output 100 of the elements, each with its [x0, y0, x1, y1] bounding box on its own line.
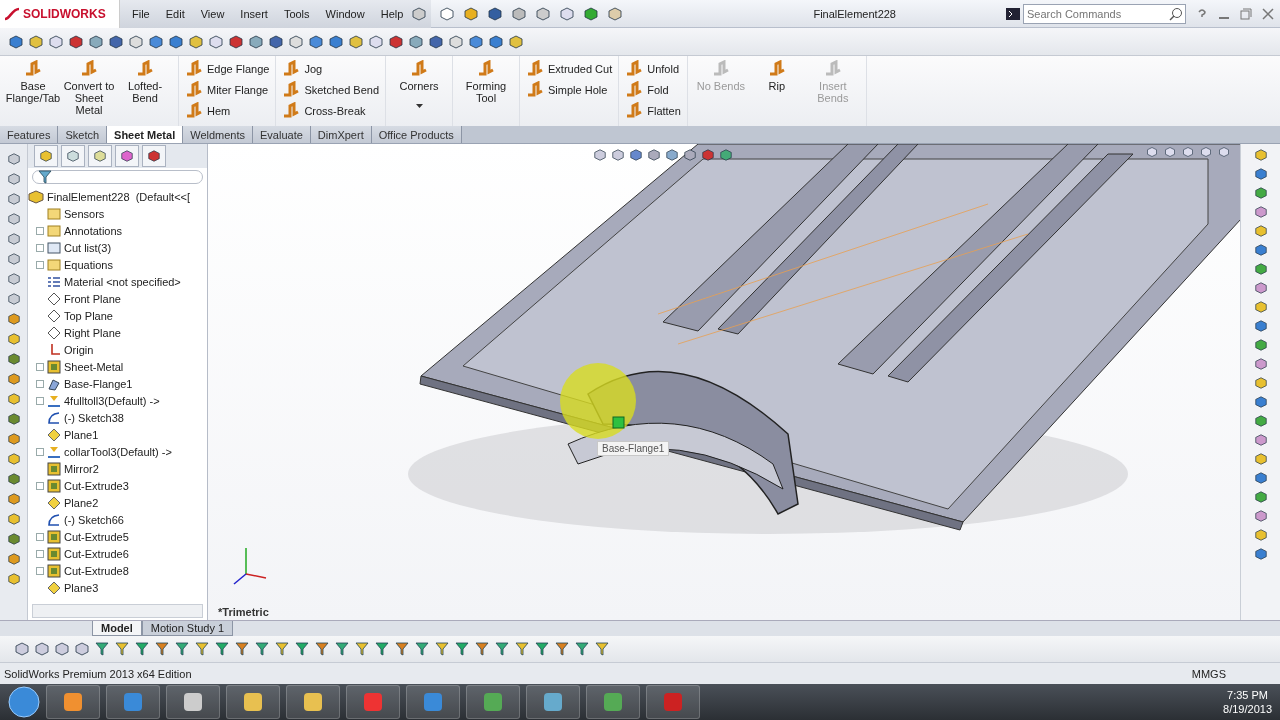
ribbon-button[interactable]: Edge Flange: [185, 60, 270, 78]
tab[interactable]: Evaluate: [253, 126, 311, 143]
ribbon-button[interactable]: Convert to Sheet Metal: [62, 60, 116, 116]
funnel-icon[interactable]: [314, 641, 330, 657]
help-icon[interactable]: [1196, 7, 1208, 20]
funnel-icon[interactable]: [414, 641, 430, 657]
taskbar-button[interactable]: [166, 685, 220, 719]
funnel-icon[interactable]: [374, 641, 390, 657]
taskbar-button[interactable]: [46, 685, 100, 719]
funnel-icon[interactable]: [294, 641, 310, 657]
taskbar-button[interactable]: [226, 685, 280, 719]
ribbon-button[interactable]: Fold: [625, 81, 681, 99]
tree-item[interactable]: Mirror2: [64, 462, 99, 475]
funnel-icon[interactable]: [514, 641, 530, 657]
funnel-icon[interactable]: [534, 641, 550, 657]
funnel-icon[interactable]: [154, 641, 170, 657]
panel-tab[interactable]: [142, 145, 166, 167]
tab[interactable]: Office Products: [371, 126, 462, 143]
funnel-icon[interactable]: [394, 641, 410, 657]
panel-tab[interactable]: [61, 145, 85, 167]
start-icon[interactable]: [8, 686, 40, 718]
funnel-icon[interactable]: [334, 641, 350, 657]
tab[interactable]: Weldments: [183, 126, 254, 143]
ribbon-button[interactable]: Flatten: [625, 102, 681, 120]
tree-item[interactable]: Equations: [64, 258, 113, 271]
taskbar-button[interactable]: [106, 685, 160, 719]
funnel-icon[interactable]: [574, 641, 590, 657]
ribbon-button[interactable]: Corners: [392, 60, 446, 108]
funnel-icon[interactable]: [454, 641, 470, 657]
ribbon-button[interactable]: Forming Tool: [459, 60, 513, 104]
funnel-icon[interactable]: [134, 641, 150, 657]
tree-item[interactable]: Cut-Extrude6: [64, 547, 129, 560]
tree-item[interactable]: Cut-Extrude8: [64, 564, 129, 577]
units-selector[interactable]: MMGS: [1191, 667, 1226, 680]
scrollbar[interactable]: [32, 604, 203, 618]
taskbar-button[interactable]: [526, 685, 580, 719]
menu-item[interactable]: Tools: [275, 7, 318, 20]
tree-item[interactable]: Annotations: [64, 224, 123, 237]
funnel-icon[interactable]: [354, 641, 370, 657]
tree-item[interactable]: Cut-Extrude3: [64, 479, 129, 492]
ribbon-button[interactable]: Lofted-Bend: [118, 60, 172, 104]
menu-item[interactable]: Edit: [157, 7, 193, 20]
tree-item[interactable]: Cut list(3): [64, 241, 112, 254]
funnel-icon[interactable]: [594, 641, 610, 657]
ribbon-button[interactable]: Jog: [282, 60, 379, 78]
ribbon-button[interactable]: Miter Flange: [185, 81, 270, 99]
taskbar-button[interactable]: [406, 685, 460, 719]
tree-item[interactable]: Plane1: [64, 428, 99, 441]
funnel-icon[interactable]: [214, 641, 230, 657]
menu-item[interactable]: Window: [317, 7, 373, 20]
tree-item[interactable]: 4fulltoll3(Default) ->: [64, 394, 160, 407]
funnel-icon[interactable]: [494, 641, 510, 657]
tree-item[interactable]: Material <not specified>: [64, 275, 181, 288]
tab[interactable]: Sheet Metal: [107, 126, 184, 143]
tree-item[interactable]: Sensors: [64, 207, 105, 220]
tree-item[interactable]: collarTool3(Default) ->: [64, 445, 172, 458]
ribbon-button[interactable]: Hem: [185, 102, 270, 120]
panel-tab[interactable]: [115, 145, 139, 167]
tree-item[interactable]: Sheet-Metal: [64, 360, 124, 373]
funnel-icon[interactable]: [254, 641, 270, 657]
ribbon-button[interactable]: Simple Hole: [526, 81, 613, 99]
taskbar-button[interactable]: [286, 685, 340, 719]
menu-item[interactable]: File: [124, 7, 158, 20]
panel-tab[interactable]: [34, 145, 58, 167]
tree-item[interactable]: (-) Sketch38: [64, 411, 124, 424]
tab[interactable]: Features: [0, 126, 59, 143]
tree-item[interactable]: Plane3: [64, 581, 99, 594]
ribbon-button[interactable]: Cross-Break: [282, 102, 379, 120]
ribbon-button[interactable]: Unfold: [625, 60, 681, 78]
tab[interactable]: DimXpert: [310, 126, 372, 143]
tree-item[interactable]: (-) Sketch66: [64, 513, 124, 526]
tab[interactable]: Model: [92, 621, 142, 636]
tree-item[interactable]: FinalElement228 (Default<<[: [47, 190, 191, 203]
ribbon-button[interactable]: Extruded Cut: [526, 60, 613, 78]
tree-item[interactable]: Cut-Extrude5: [64, 530, 129, 543]
tree-item[interactable]: Origin: [64, 343, 94, 356]
funnel-icon[interactable]: [434, 641, 450, 657]
funnel-icon[interactable]: [174, 641, 190, 657]
search-icon[interactable]: [1169, 6, 1183, 21]
menu-item[interactable]: Insert: [232, 7, 276, 20]
menu-item[interactable]: View: [192, 7, 233, 20]
taskbar-button[interactable]: [466, 685, 520, 719]
tree-item[interactable]: Front Plane: [64, 292, 121, 305]
search-field[interactable]: Search Commands: [1023, 3, 1186, 24]
funnel-icon[interactable]: [94, 641, 110, 657]
tab[interactable]: Motion Study 1: [141, 621, 234, 636]
panel-tab[interactable]: [88, 145, 112, 167]
funnel-icon[interactable]: [234, 641, 250, 657]
tree-item[interactable]: Base-Flange1: [64, 377, 133, 390]
menu-item[interactable]: Help: [372, 7, 412, 20]
tab[interactable]: Sketch: [58, 126, 108, 143]
funnel-icon[interactable]: [274, 641, 290, 657]
ribbon-button[interactable]: Base Flange/Tab: [6, 60, 60, 104]
tree-item[interactable]: Top Plane: [64, 309, 113, 322]
ribbon-button[interactable]: Rip: [749, 60, 804, 92]
tree-item[interactable]: Plane2: [64, 496, 99, 509]
taskbar-button[interactable]: [586, 685, 640, 719]
ribbon-button[interactable]: Sketched Bend: [282, 81, 379, 99]
tree-item[interactable]: Right Plane: [64, 326, 121, 339]
funnel-icon[interactable]: [194, 641, 210, 657]
